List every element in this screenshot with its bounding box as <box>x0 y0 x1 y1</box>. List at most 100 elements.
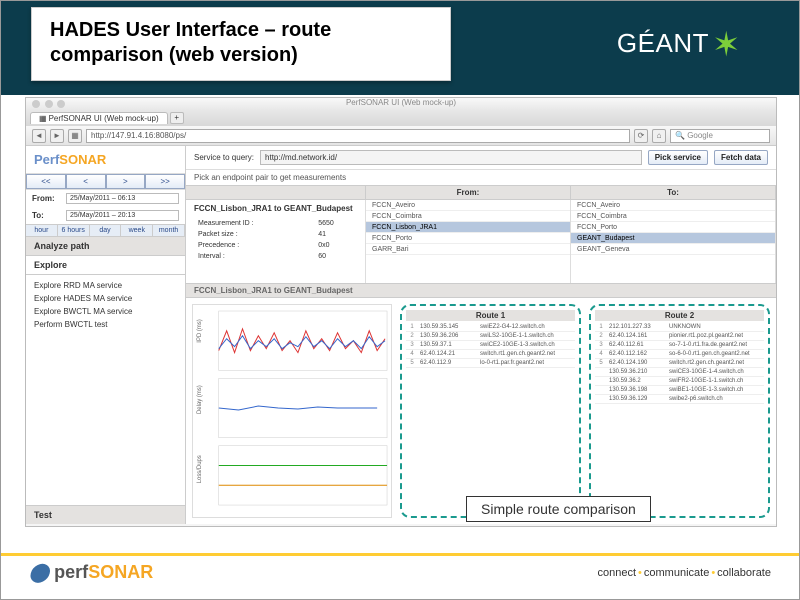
link-bwctl-ma[interactable]: Explore BWCTL MA service <box>34 305 177 318</box>
list-item[interactable]: GEANT_Geneva <box>571 244 775 255</box>
route-2-table: 1212.101.227.33UNKNOWN262.40.124.161pion… <box>595 323 764 404</box>
from-date-row: From: 25/May/2011 – 06:13 <box>26 190 185 207</box>
app-body: PerfSONAR << < > >> From: 25/May/2011 – … <box>26 146 776 524</box>
callout-label: Simple route comparison <box>466 496 651 522</box>
explore-links: Explore RRD MA service Explore HADES MA … <box>26 275 185 335</box>
slide-footer: ⬤ perfSONAR connect•communicate•collabor… <box>1 553 799 599</box>
time-next[interactable]: > <box>106 174 146 189</box>
table-row: 130.59.36.2swiFR2-10GE-1-1.switch.ch <box>595 377 764 386</box>
list-item[interactable]: FCCN_Porto <box>571 222 775 233</box>
table-row: 562.40.112.9lo-0-rt1.par.fr.geant2.net <box>406 359 575 368</box>
route-1-title: Route 1 <box>406 310 575 321</box>
to-list[interactable]: FCCN_AveiroFCCN_CoimbraFCCN_PortoGEANT_B… <box>571 200 776 283</box>
routes-area: IPD (ms) Delay (ms) Loss/Du <box>186 298 776 524</box>
window-titlebar: PerfSONAR UI (Web mock-up) <box>26 98 776 110</box>
table-row: 262.40.124.161pionier.rt1.poz.pl.geant2.… <box>595 332 764 341</box>
minimize-icon[interactable] <box>45 100 53 108</box>
range-month[interactable]: month <box>153 225 185 236</box>
to-date-input[interactable]: 25/May/2011 – 20:13 <box>66 210 179 221</box>
tagline-connect: connect <box>598 567 637 579</box>
explore-section[interactable]: Explore <box>26 256 185 275</box>
footer-tagline: connect•communicate•collaborate <box>598 567 772 579</box>
link-rrd-ma[interactable]: Explore RRD MA service <box>34 279 177 292</box>
pair-col-header <box>186 186 366 199</box>
fetch-data-button[interactable]: Fetch data <box>714 150 768 165</box>
list-item[interactable]: GEANT_Budapest <box>571 233 775 244</box>
service-input[interactable]: http://md.network.id/ <box>260 150 642 165</box>
route-1-table: 1130.59.35.145swiEZ2-G4-12.switch.ch2130… <box>406 323 575 368</box>
footer-perfsonar-logo: ⬤ perfSONAR <box>29 562 153 583</box>
link-hades-ma[interactable]: Explore HADES MA service <box>34 292 177 305</box>
measurement-table: Measurement ID :5650 Packet size :41 Pre… <box>194 217 357 263</box>
to-col-header: To: <box>571 186 776 199</box>
table-row: 2130.59.36.206swiLS2-10GE-1-1.switch.ch <box>406 332 575 341</box>
search-engine-label: Google <box>687 131 713 140</box>
test-section[interactable]: Test <box>26 505 185 524</box>
main-panel: Service to query: http://md.network.id/ … <box>186 146 776 524</box>
from-date-input[interactable]: 25/May/2011 – 06:13 <box>66 193 179 204</box>
footer-logo-sonar: SONAR <box>88 562 153 582</box>
tab-favicon: ▦ <box>39 114 47 123</box>
table-row: 130.59.36.129swibe2-p6.switch.ch <box>595 395 764 404</box>
list-item[interactable]: FCCN_Aveiro <box>366 200 570 211</box>
list-item[interactable]: FCCN_Aveiro <box>571 200 775 211</box>
back-button[interactable]: ◄ <box>32 129 46 143</box>
table-row: 462.40.124.21switch.rt1.gen.ch.geant2.ne… <box>406 350 575 359</box>
chart-ylabel-loss: Loss/Dups <box>197 455 203 483</box>
table-row: 130.59.36.210swiCE3-10GE-1-4.switch.ch <box>595 368 764 377</box>
chart-ylabel-ipd: IPD (ms) <box>197 319 203 342</box>
table-row: 562.40.124.190switch.rt2.gen.ch.geant2.n… <box>595 359 764 368</box>
list-item[interactable]: FCCN_Coimbra <box>571 211 775 222</box>
pick-service-button[interactable]: Pick service <box>648 150 708 165</box>
time-nav: << < > >> <box>26 174 185 190</box>
close-icon[interactable] <box>32 100 40 108</box>
list-item[interactable]: FCCN_Porto <box>366 233 570 244</box>
pair-title: FCCN_Lisbon_JRA1 to GEANT_Budapest <box>194 204 357 213</box>
link-bwctl-test[interactable]: Perform BWCTL test <box>34 318 177 331</box>
page-icon: ▦ <box>68 129 82 143</box>
table-row: 462.40.112.162so-6-0-0.rt1.gen.ch.geant2… <box>595 350 764 359</box>
browser-toolbar: ◄ ► ▦ http://147.91.4.16:8080/ps/ ⟳ ⌂ 🔍 … <box>26 126 776 146</box>
route-2-title: Route 2 <box>595 310 764 321</box>
analyze-section[interactable]: Analyze path <box>26 237 185 256</box>
sidebar: PerfSONAR << < > >> From: 25/May/2011 – … <box>26 146 186 524</box>
table-row: Packet size :41 <box>196 230 355 239</box>
route-2-box: Route 2 1212.101.227.33UNKNOWN262.40.124… <box>589 304 770 518</box>
browser-tab[interactable]: ▦ PerfSONAR UI (Web mock-up) <box>30 112 168 124</box>
list-item[interactable]: FCCN_Lisbon_JRA1 <box>366 222 570 233</box>
range-hour[interactable]: hour <box>26 225 58 236</box>
reload-button[interactable]: ⟳ <box>634 129 648 143</box>
address-bar[interactable]: http://147.91.4.16:8080/ps/ <box>86 129 630 143</box>
range-tabs: hour 6 hours day week month <box>26 224 185 237</box>
window-controls[interactable] <box>32 100 67 110</box>
range-week[interactable]: week <box>121 225 153 236</box>
list-item[interactable]: GARR_Bari <box>366 244 570 255</box>
time-next-fast[interactable]: >> <box>145 174 185 189</box>
time-prev-fast[interactable]: << <box>26 174 66 189</box>
from-label: From: <box>32 194 62 203</box>
time-prev[interactable]: < <box>66 174 106 189</box>
endpoint-selector: FCCN_Lisbon_JRA1 to GEANT_Budapest Measu… <box>186 200 776 284</box>
fromto-header: From: To: <box>186 185 776 200</box>
browser-search[interactable]: 🔍 Google <box>670 129 770 143</box>
logo-sonar: SONAR <box>59 152 106 167</box>
tagline-communicate: communicate <box>644 567 709 579</box>
new-tab-button[interactable]: + <box>170 112 184 124</box>
range-6hours[interactable]: 6 hours <box>58 225 90 236</box>
range-day[interactable]: day <box>90 225 122 236</box>
perfsonar-logo: PerfSONAR <box>26 146 185 174</box>
browser-window: PerfSONAR UI (Web mock-up) ▦ PerfSONAR U… <box>25 97 777 527</box>
list-item[interactable]: FCCN_Coimbra <box>366 211 570 222</box>
geant-logo-text: GÉANT <box>617 28 709 58</box>
tab-label: PerfSONAR UI (Web mock-up) <box>49 114 159 123</box>
service-label: Service to query: <box>194 153 254 162</box>
window-title: PerfSONAR UI (Web mock-up) <box>346 98 456 107</box>
chart-ylabel-delay: Delay (ms) <box>197 385 203 414</box>
from-list[interactable]: FCCN_AveiroFCCN_CoimbraFCCN_Lisbon_JRA1F… <box>366 200 571 283</box>
to-date-row: To: 25/May/2011 – 20:13 <box>26 207 185 224</box>
home-button[interactable]: ⌂ <box>652 129 666 143</box>
zoom-icon[interactable] <box>57 100 65 108</box>
slide-title-box: HADES User Interface – route comparison … <box>31 7 451 81</box>
forward-button[interactable]: ► <box>50 129 64 143</box>
slide-header: HADES User Interface – route comparison … <box>1 1 799 95</box>
